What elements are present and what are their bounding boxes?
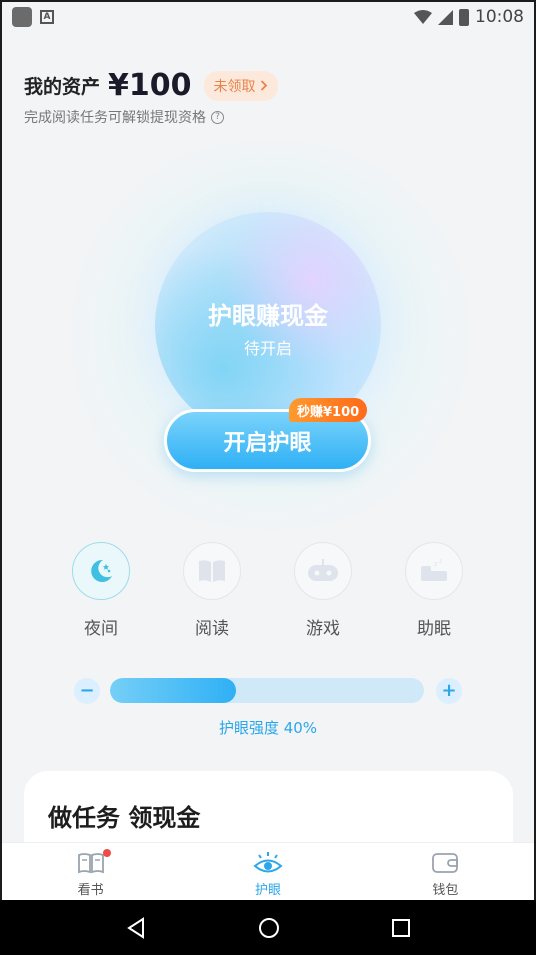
moon-stars-icon <box>91 559 112 582</box>
help-icon[interactable]: ? <box>211 110 224 124</box>
nav-label: 护眼 <box>254 883 281 898</box>
intensity-fill <box>110 678 236 703</box>
mode-sleep[interactable]: z z 助眠 <box>394 542 474 639</box>
battery-icon <box>459 8 469 26</box>
status-bar: A 10:08 <box>0 0 536 34</box>
intensity-label: 护眼强度 40% <box>218 719 318 737</box>
orb-title: 护眼赚现金 <box>208 302 328 330</box>
signal-icon <box>438 9 453 25</box>
assets-value: ¥100 <box>108 68 192 103</box>
mode-game[interactable]: 游戏 <box>283 542 363 639</box>
notification-dot <box>103 849 111 857</box>
bottom-nav: 看书 护眼 钱包 <box>2 842 534 900</box>
assets-subtitle: 完成阅读任务可解锁提现资格 <box>24 110 206 126</box>
mode-label: 游戏 <box>306 619 340 639</box>
increase-intensity-button[interactable]: + <box>436 678 462 704</box>
intensity-slider: − + <box>72 678 464 704</box>
nav-eye-care[interactable]: 护眼 <box>179 843 356 900</box>
decrease-intensity-button[interactable]: − <box>74 678 100 704</box>
back-icon[interactable] <box>125 916 147 939</box>
eye-icon <box>253 852 283 873</box>
mode-label: 夜间 <box>84 619 118 639</box>
nav-label: 看书 <box>77 883 104 898</box>
orb-status: 待开启 <box>243 339 292 358</box>
svg-text:z: z <box>439 558 442 565</box>
mode-reading[interactable]: 阅读 <box>172 542 252 639</box>
mode-label: 阅读 <box>195 619 229 639</box>
assets-label: 我的资产 <box>24 76 101 98</box>
book-open-icon <box>77 853 104 874</box>
assets-row: 我的资产 ¥100 未领取 <box>24 68 278 103</box>
wifi-icon <box>414 10 432 24</box>
recents-icon[interactable] <box>391 918 411 938</box>
mode-label: 助眠 <box>417 619 451 639</box>
keyboard-a-icon: A <box>40 10 54 24</box>
claim-badge-label: 未领取 <box>213 78 256 95</box>
svg-text:z: z <box>434 560 438 568</box>
bed-icon: z z <box>421 558 447 581</box>
task-card-title: 做任务 领现金 <box>48 804 201 832</box>
notification-icon <box>12 7 32 27</box>
assets-subtitle-row: 完成阅读任务可解锁提现资格 ? <box>24 107 224 127</box>
nav-wallet[interactable]: 钱包 <box>357 843 534 900</box>
mode-night[interactable]: 夜间 <box>61 542 141 639</box>
system-nav-bar <box>0 900 536 955</box>
clock: 10:08 <box>475 7 524 27</box>
mode-selector: 夜间 阅读 游戏 z z 助眠 <box>0 542 536 642</box>
chevron-right-icon <box>260 80 267 91</box>
nav-label: 钱包 <box>432 883 459 898</box>
home-icon[interactable] <box>258 917 280 939</box>
wallet-icon <box>432 853 459 873</box>
promo-tag: 秒赚¥100 <box>289 398 368 422</box>
claim-badge[interactable]: 未领取 <box>203 70 278 101</box>
book-icon <box>199 560 225 582</box>
gamepad-icon <box>308 559 338 581</box>
intensity-track[interactable] <box>110 678 424 703</box>
nav-books[interactable]: 看书 <box>2 843 179 900</box>
